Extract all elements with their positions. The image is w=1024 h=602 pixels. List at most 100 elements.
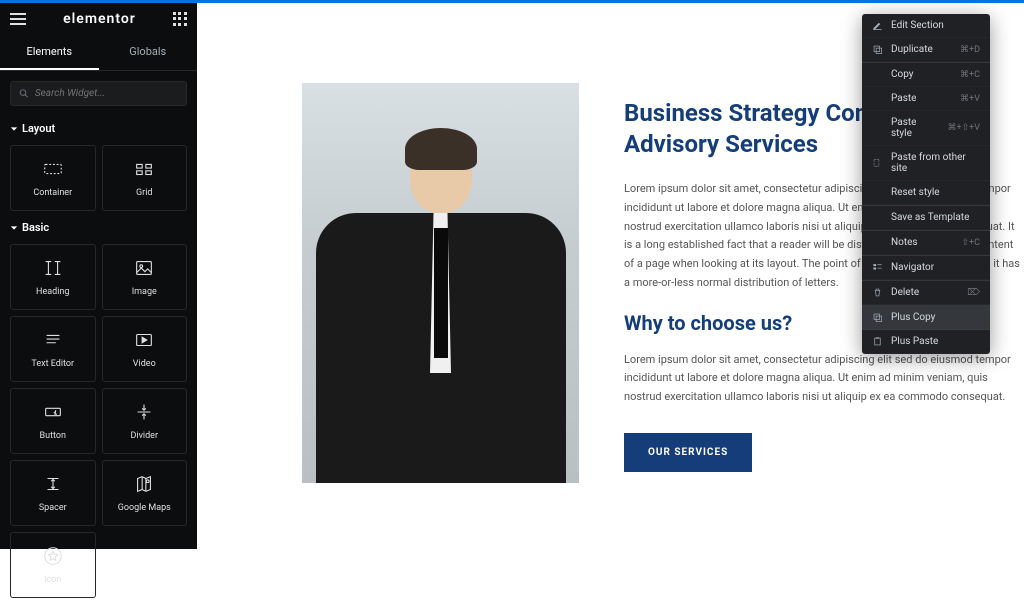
search-icon: [19, 88, 29, 99]
duplicate-icon: [872, 44, 883, 55]
widget-label: Video: [133, 359, 156, 369]
cta-button[interactable]: OUR SERVICES: [624, 433, 752, 472]
basic-widgets: Heading Image Text Editor Video Button D…: [0, 240, 197, 602]
menu-label: Paste style: [891, 117, 940, 139]
menu-label: Save as Template: [891, 212, 980, 223]
widget-button[interactable]: Button: [10, 388, 96, 454]
paste-site-icon: [872, 158, 883, 169]
tab-globals[interactable]: Globals: [99, 35, 198, 70]
widget-label: Divider: [130, 431, 158, 441]
shortcut: ⌘+⇧+V: [948, 123, 980, 133]
menu-plus-copy[interactable]: Plus Copy: [862, 305, 990, 330]
plus-copy-icon: [872, 312, 883, 323]
heading-icon: [42, 257, 64, 279]
shortcut: ⌘+D: [960, 45, 980, 55]
menu-duplicate[interactable]: Duplicate ⌘+D: [862, 38, 990, 62]
menu-paste-from-other-site[interactable]: Paste from other site: [862, 146, 990, 181]
widget-label: Image: [132, 287, 157, 297]
menu-delete[interactable]: Delete ⌦: [862, 280, 990, 305]
shortcut: ⌘+C: [960, 70, 980, 80]
layout-widgets: Container Grid: [0, 141, 197, 215]
widget-grid[interactable]: Grid: [102, 145, 188, 211]
image-column: [302, 83, 579, 483]
editor-sidebar: elementor Elements Globals Layout Contai…: [0, 3, 197, 549]
menu-reset-style[interactable]: Reset style: [862, 181, 990, 205]
chevron-down-icon: [10, 224, 18, 232]
widget-google-maps[interactable]: Google Maps: [102, 460, 188, 526]
widget-label: Button: [40, 431, 66, 441]
sidebar-header: elementor: [0, 3, 197, 35]
menu-paste-style[interactable]: Paste style ⌘+⇧+V: [862, 111, 990, 146]
menu-label: Copy: [891, 69, 952, 80]
section-basic-title: Basic: [22, 221, 49, 234]
menu-navigator[interactable]: Navigator: [862, 255, 990, 280]
menu-save-as-template[interactable]: Save as Template: [862, 205, 990, 230]
section-layout-title: Layout: [22, 122, 55, 135]
text-editor-icon: [42, 329, 64, 351]
spacer-icon: [42, 473, 64, 495]
menu-label: Navigator: [891, 262, 980, 273]
widget-icon[interactable]: Icon: [10, 532, 96, 598]
menu-label: Plus Paste: [891, 336, 980, 347]
widget-label: Grid: [136, 188, 152, 198]
menu-label: Notes: [891, 237, 953, 248]
chevron-down-icon: [10, 125, 18, 133]
grid-icon: [133, 158, 155, 180]
app-root: elementor Elements Globals Layout Contai…: [0, 3, 1024, 549]
widget-spacer[interactable]: Spacer: [10, 460, 96, 526]
widget-divider[interactable]: Divider: [102, 388, 188, 454]
section-basic-header[interactable]: Basic: [0, 215, 197, 240]
menu-copy[interactable]: Copy ⌘+C: [862, 62, 990, 87]
search-input[interactable]: [35, 88, 178, 99]
widget-container[interactable]: Container: [10, 145, 96, 211]
divider-icon: [133, 401, 155, 423]
widget-label: Container: [33, 188, 72, 198]
menu-notes[interactable]: Notes ⇧+C: [862, 230, 990, 255]
widget-label: Text Editor: [31, 359, 74, 369]
search-box[interactable]: [10, 81, 187, 106]
button-icon: [42, 401, 64, 423]
section-layout-header[interactable]: Layout: [0, 116, 197, 141]
plus-paste-icon: [872, 336, 883, 347]
widget-image[interactable]: Image: [102, 244, 188, 310]
menu-icon[interactable]: [10, 13, 26, 25]
navigator-icon: [872, 262, 883, 273]
menu-label: Reset style: [891, 187, 980, 198]
shortcut: ⌘+V: [960, 94, 980, 104]
photo-tie: [434, 228, 448, 358]
shortcut: ⇧+C: [961, 238, 980, 248]
editor-canvas[interactable]: Business Strategy Consulting and Advisor…: [197, 3, 1024, 549]
shortcut: ⌦: [967, 288, 980, 298]
video-icon: [133, 329, 155, 351]
menu-plus-paste[interactable]: Plus Paste: [862, 330, 990, 354]
container-icon: [42, 158, 64, 180]
star-icon: [42, 545, 64, 567]
menu-edit-section[interactable]: Edit Section: [862, 14, 990, 38]
menu-label: Edit Section: [891, 20, 980, 31]
logo: elementor: [63, 11, 136, 27]
edit-icon: [872, 20, 883, 31]
menu-label: Paste from other site: [891, 152, 980, 174]
body-paragraph-2[interactable]: Lorem ipsum dolor sit amet, consectetur …: [624, 351, 1024, 407]
menu-paste[interactable]: Paste ⌘+V: [862, 87, 990, 111]
menu-label: Paste: [891, 93, 952, 104]
widget-video[interactable]: Video: [102, 316, 188, 382]
hero-photo[interactable]: [302, 83, 579, 483]
search-wrap: [0, 71, 197, 116]
widget-label: Heading: [36, 287, 69, 297]
sidebar-tabs: Elements Globals: [0, 35, 197, 71]
widget-heading[interactable]: Heading: [10, 244, 96, 310]
map-icon: [133, 473, 155, 495]
widget-label: Icon: [44, 575, 61, 585]
menu-label: Duplicate: [891, 44, 952, 55]
menu-label: Plus Copy: [891, 312, 980, 323]
tab-elements[interactable]: Elements: [0, 35, 99, 70]
delete-icon: [872, 287, 883, 298]
context-menu: Edit Section Duplicate ⌘+D Copy ⌘+C Past…: [862, 14, 990, 354]
apps-grid-icon[interactable]: [173, 12, 187, 26]
menu-label: Delete: [891, 287, 959, 298]
image-icon: [133, 257, 155, 279]
widget-text-editor[interactable]: Text Editor: [10, 316, 96, 382]
widget-label: Google Maps: [118, 503, 171, 513]
widget-label: Spacer: [39, 503, 67, 513]
